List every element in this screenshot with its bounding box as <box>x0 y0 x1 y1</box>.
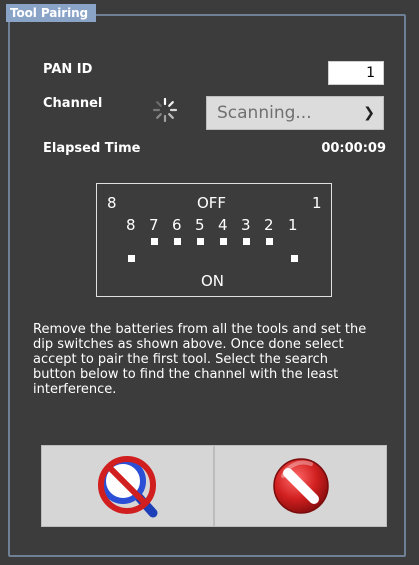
cancel-button[interactable] <box>214 445 387 527</box>
dip-switch-position <box>174 238 181 245</box>
dip-switch-number: 5 <box>195 216 205 234</box>
panel-title: Tool Pairing <box>6 4 97 22</box>
cancel-no-icon <box>272 458 329 514</box>
dip-off-label: OFF <box>197 194 227 212</box>
dip-switch-number: 2 <box>264 216 274 234</box>
chevron-down-icon: ❯ <box>363 105 375 121</box>
elapsed-time-label: Elapsed Time <box>43 141 141 156</box>
dip-switch-position <box>291 255 298 262</box>
pairing-instructions: Remove the batteries from all the tools … <box>33 322 367 397</box>
dip-right-number: 1 <box>312 194 322 212</box>
dip-switch-number: 7 <box>149 216 159 234</box>
elapsed-time-value: 00:00:09 <box>321 141 386 156</box>
dip-left-number: 8 <box>107 194 117 212</box>
dip-switch-position <box>151 238 158 245</box>
dip-switch-position <box>128 255 135 262</box>
pan-id-label: PAN ID <box>43 62 93 77</box>
dip-switch-number: 1 <box>288 216 298 234</box>
dip-switch-number: 8 <box>126 216 136 234</box>
dip-switch-number: 6 <box>172 216 182 234</box>
loading-spinner-icon <box>152 97 178 123</box>
dip-switch-position <box>220 238 227 245</box>
pan-id-input[interactable]: 1 <box>328 61 384 85</box>
dip-switch-position <box>197 238 204 245</box>
channel-label: Channel <box>43 96 103 111</box>
search-magnifier-icon <box>97 456 157 518</box>
dip-switch-diagram: 8 OFF 1 8 7 6 5 4 3 2 1 ON <box>96 183 332 297</box>
dip-switch-position <box>243 238 250 245</box>
dip-switch-position <box>266 238 273 245</box>
channel-select[interactable]: Scanning... ❯ <box>206 96 384 130</box>
channel-select-value: Scanning... <box>217 103 312 123</box>
tool-pairing-window: Tool Pairing PAN ID 1 Channel Scanning..… <box>0 0 419 565</box>
search-channel-button[interactable] <box>41 445 214 527</box>
dip-switch-number: 3 <box>241 216 251 234</box>
dip-on-label: ON <box>201 272 225 290</box>
dip-switch-number: 4 <box>218 216 228 234</box>
